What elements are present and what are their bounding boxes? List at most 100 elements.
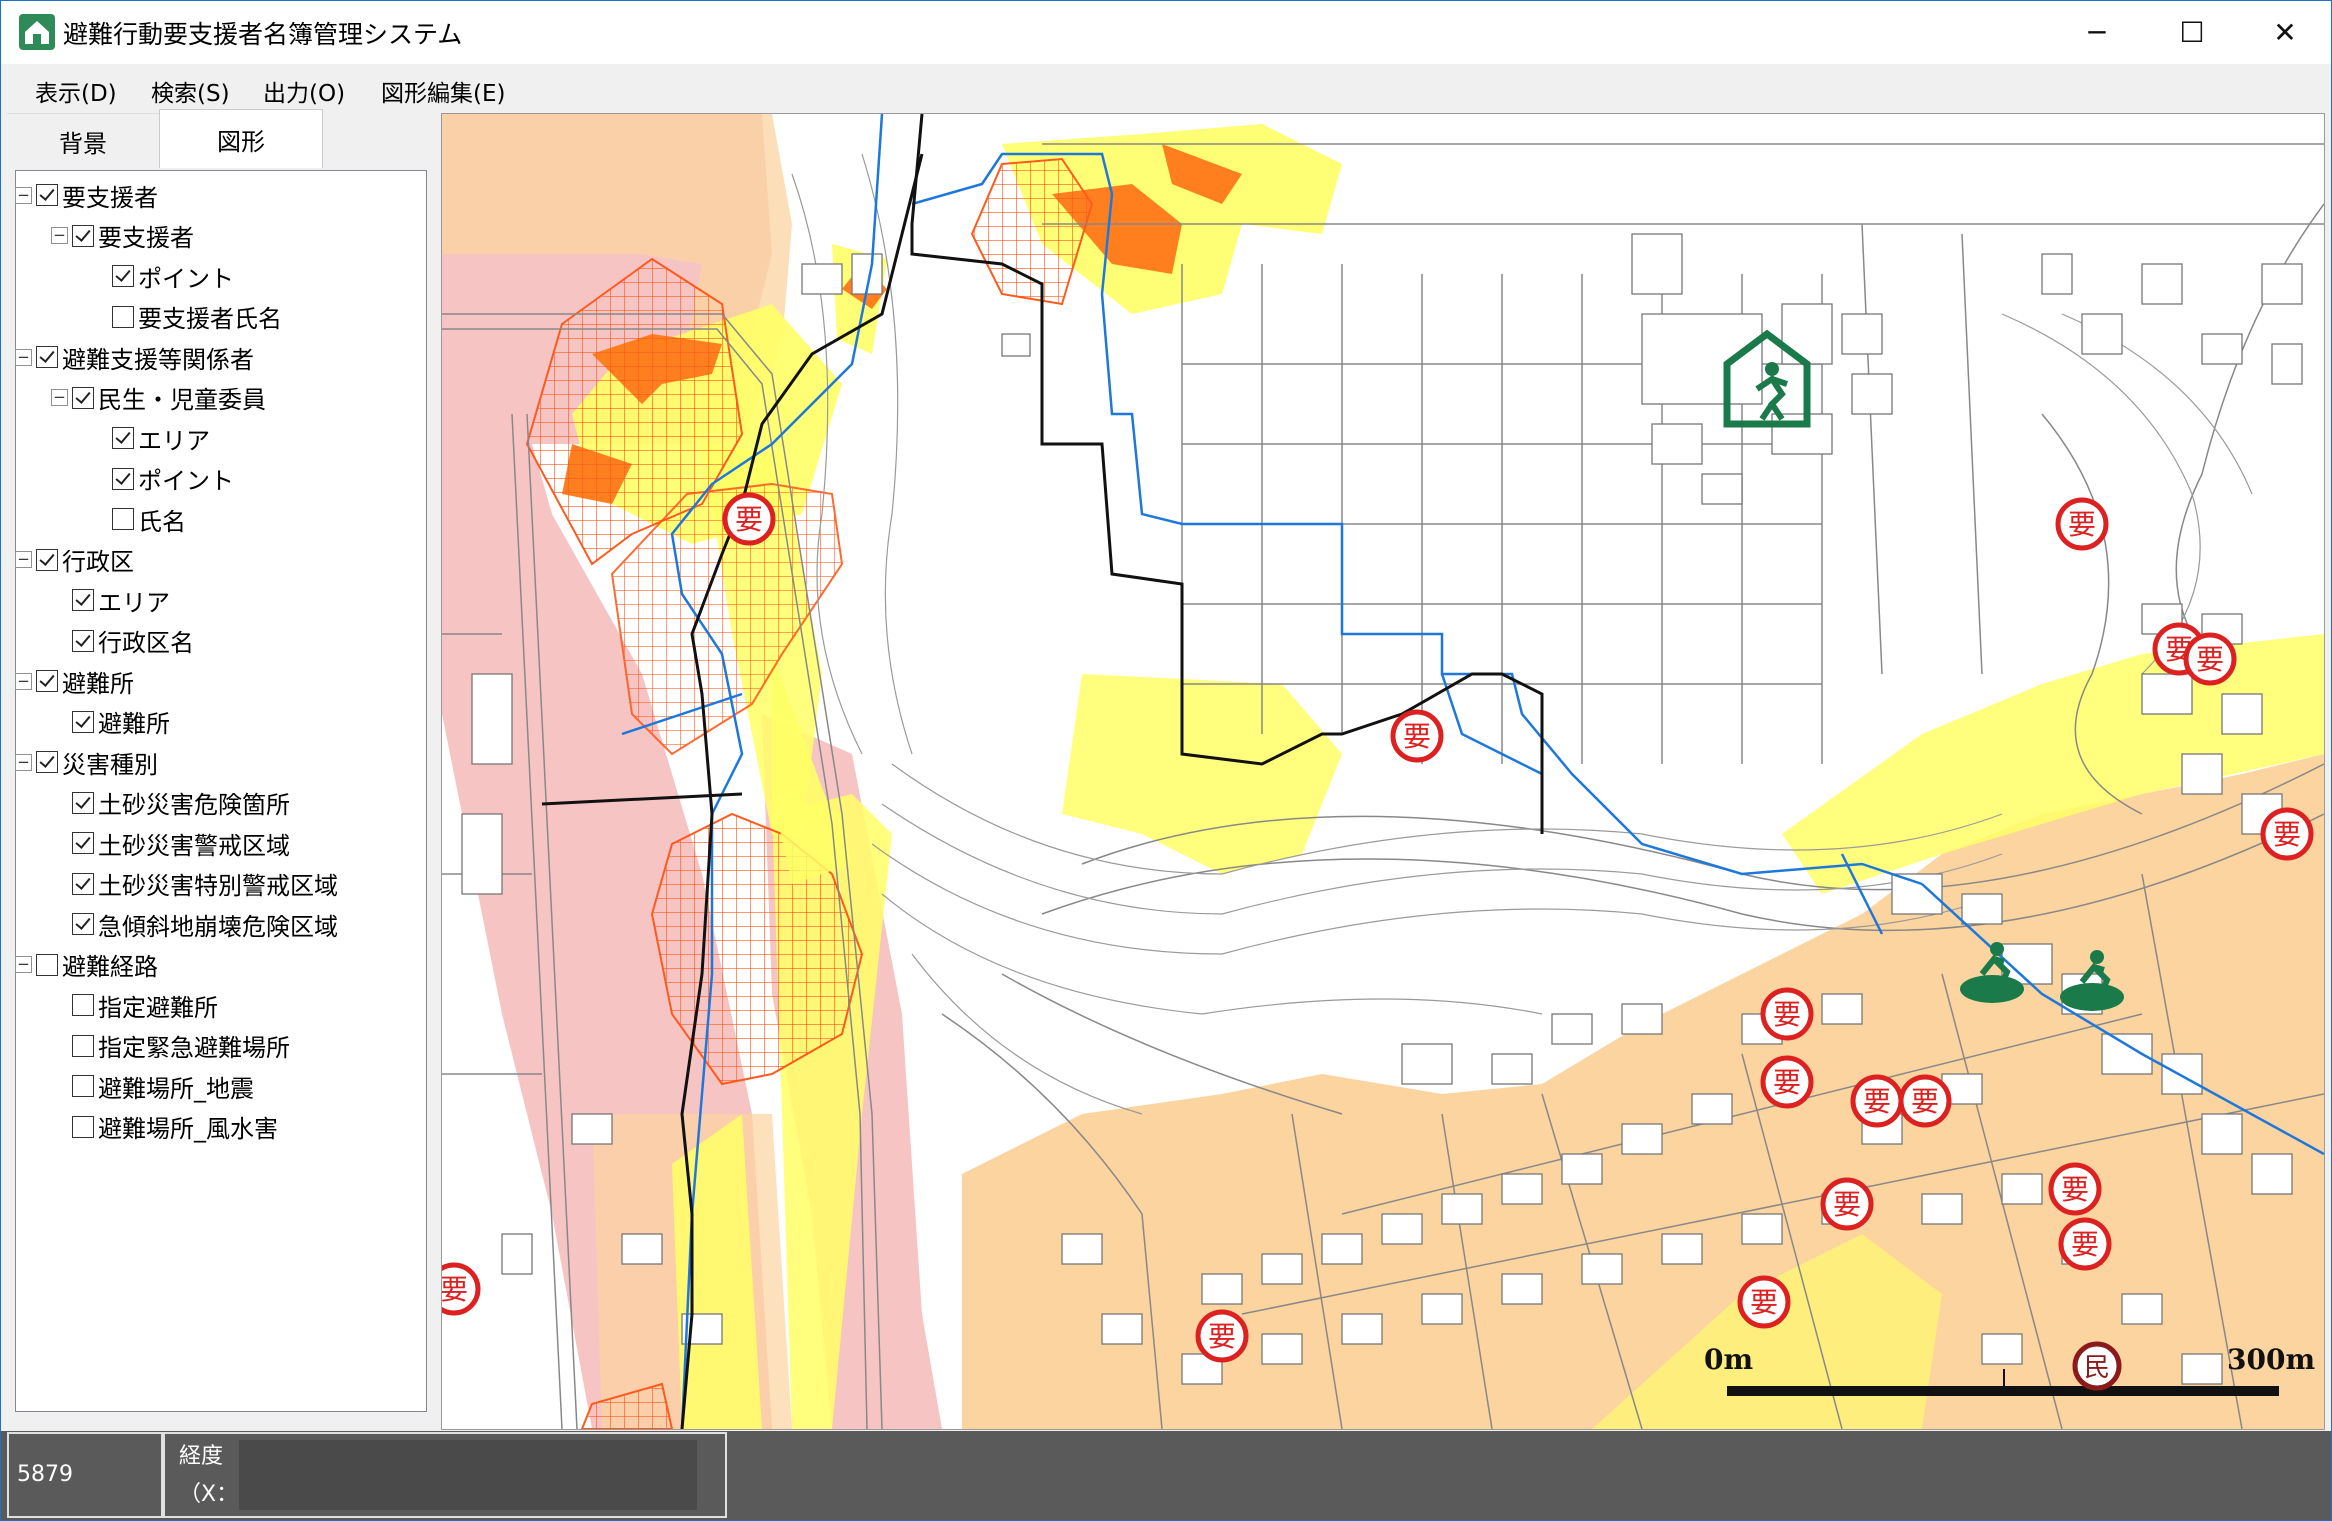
layer-label: 避難所 [62, 669, 134, 698]
minimize-icon: ─ [2088, 16, 2106, 49]
layer-checkbox[interactable] [72, 872, 94, 895]
status-bar: 5879 経度 （X： [1, 1431, 2331, 1520]
panel-tabs: 背景 図形 [7, 109, 437, 168]
layer-checkbox[interactable] [72, 589, 94, 611]
menu-output[interactable]: 出力(O) [263, 74, 345, 108]
close-button[interactable]: ✕ [2239, 1, 2331, 64]
support-needed-marker[interactable]: 要 [442, 1262, 481, 1316]
tree-node[interactable]: 指定緊急避難場所 [72, 1028, 290, 1064]
layer-label: 民生・児童委員 [98, 386, 266, 414]
layer-checkbox[interactable] [72, 629, 94, 652]
tree-node[interactable]: − 要支援者 [15, 177, 158, 213]
map-canvas[interactable]: 0m 300m 要要要要 要要要要要 要要 要要要要要民 [442, 114, 2324, 1429]
tree-node[interactable]: 土砂災害特別警戒区域 [72, 866, 338, 902]
tree-node[interactable]: − 避難支援等関係者 [15, 339, 254, 375]
tree-expander-icon[interactable]: − [15, 753, 32, 771]
layer-checkbox[interactable] [36, 548, 58, 571]
layer-checkbox[interactable] [36, 670, 58, 692]
tab-background[interactable]: 背景 [7, 113, 159, 168]
tree-node[interactable]: − 民生・児童委員 [51, 380, 266, 416]
tree-node[interactable]: 氏名 [112, 501, 186, 537]
tree-node[interactable]: エリア [112, 420, 210, 456]
layer-checkbox[interactable] [112, 305, 134, 328]
layer-checkbox[interactable] [36, 184, 58, 206]
support-needed-marker[interactable]: 要 [2183, 632, 2237, 686]
tree-node[interactable]: − 避難所 [15, 663, 134, 699]
tree-node[interactable]: − 避難経路 [15, 947, 158, 983]
support-needed-marker[interactable]: 要 [2260, 807, 2314, 861]
layer-label: エリア [138, 426, 210, 455]
tree-node[interactable]: 要支援者氏名 [112, 299, 282, 335]
tree-expander-icon[interactable]: − [15, 956, 32, 973]
tree-node[interactable]: 行政区名 [72, 623, 194, 659]
layer-checkbox[interactable] [72, 224, 94, 247]
menu-display[interactable]: 表示(D) [35, 74, 117, 108]
tree-node[interactable]: エリア [72, 582, 170, 618]
marker-label: 要 [2061, 1173, 2089, 1206]
layer-checkbox[interactable] [72, 832, 94, 854]
support-needed-marker[interactable]: 要 [2055, 497, 2109, 551]
welfare-commissioner-marker[interactable]: 民 [2072, 1341, 2122, 1391]
layer-label: 土砂災害危険箇所 [98, 791, 290, 819]
support-needed-marker[interactable]: 要 [1760, 987, 1814, 1041]
map-view[interactable]: 0m 300m 要要要要要要要要要要要要要要要要民 [441, 113, 2325, 1430]
support-needed-marker[interactable]: 要 [1195, 1309, 1249, 1363]
minimize-button[interactable]: ─ [2051, 1, 2143, 64]
status-panel-1: 5879 [7, 1432, 163, 1518]
menu-figure-edit[interactable]: 図形編集(E) [381, 74, 505, 108]
layer-checkbox[interactable] [72, 1115, 94, 1138]
layer-checkbox[interactable] [72, 994, 94, 1016]
tree-node[interactable]: 避難場所_風水害 [72, 1109, 278, 1145]
marker-label: 要 [1863, 1085, 1891, 1118]
tab-figure[interactable]: 図形 [159, 109, 323, 168]
layer-checkbox[interactable] [112, 467, 134, 490]
layer-checkbox[interactable] [72, 1075, 94, 1097]
layer-label: 要支援者 [62, 183, 158, 212]
tree-expander-icon[interactable]: − [15, 551, 32, 568]
layer-checkbox[interactable] [72, 913, 94, 935]
tree-node[interactable]: 避難場所_地震 [72, 1068, 254, 1104]
tree-expander-icon[interactable]: − [51, 389, 68, 406]
support-needed-marker[interactable]: 要 [1390, 709, 1444, 763]
tree-expander-icon[interactable]: − [15, 186, 32, 204]
maximize-button[interactable]: ☐ [2146, 1, 2238, 64]
tree-expander-icon[interactable]: − [51, 227, 68, 244]
support-needed-marker[interactable]: 要 [1850, 1074, 1904, 1128]
layer-checkbox[interactable] [112, 427, 134, 449]
tree-node[interactable]: − 災害種別 [15, 744, 158, 780]
tree-node[interactable]: 土砂災害警戒区域 [72, 825, 290, 861]
tree-node[interactable]: ポイント [112, 258, 234, 294]
layer-checkbox[interactable] [36, 346, 58, 368]
support-needed-marker[interactable]: 要 [1737, 1275, 1791, 1329]
tree-node[interactable]: − 要支援者 [51, 218, 194, 254]
tree-node[interactable]: 急傾斜地崩壊危険区域 [72, 906, 338, 942]
support-needed-marker[interactable]: 要 [1760, 1055, 1814, 1109]
layer-checkbox[interactable] [112, 508, 134, 530]
layer-checkbox[interactable] [112, 265, 134, 287]
support-needed-marker[interactable]: 要 [2048, 1162, 2102, 1216]
support-needed-marker[interactable]: 要 [1820, 1177, 1874, 1231]
menu-search[interactable]: 検索(S) [151, 74, 230, 108]
maximize-icon: ☐ [2179, 16, 2205, 49]
marker-label: 要 [1773, 998, 1801, 1031]
tree-expander-icon[interactable]: − [15, 348, 32, 366]
layer-checkbox[interactable] [36, 751, 58, 773]
layer-checkbox[interactable] [36, 953, 58, 976]
marker-label: 要 [1750, 1286, 1778, 1319]
support-needed-marker[interactable]: 要 [722, 492, 776, 546]
tree-node[interactable]: 避難所 [72, 704, 170, 740]
support-needed-marker[interactable]: 要 [2058, 1217, 2112, 1271]
tree-node[interactable]: 指定避難所 [72, 987, 218, 1023]
layer-label: 指定緊急避難場所 [98, 1034, 290, 1062]
tree-expander-icon[interactable]: − [15, 672, 32, 690]
layer-checkbox[interactable] [72, 386, 94, 409]
tree-node[interactable]: ポイント [112, 461, 234, 497]
status-panel-coords: 経度 （X： [163, 1432, 727, 1518]
tree-node[interactable]: − 行政区 [15, 542, 134, 578]
layer-checkbox[interactable] [72, 710, 94, 733]
layer-label: 避難所 [98, 710, 170, 738]
layer-checkbox[interactable] [72, 791, 94, 814]
support-needed-marker[interactable]: 要 [1898, 1074, 1952, 1128]
tree-node[interactable]: 土砂災害危険箇所 [72, 785, 290, 821]
layer-checkbox[interactable] [72, 1034, 94, 1057]
